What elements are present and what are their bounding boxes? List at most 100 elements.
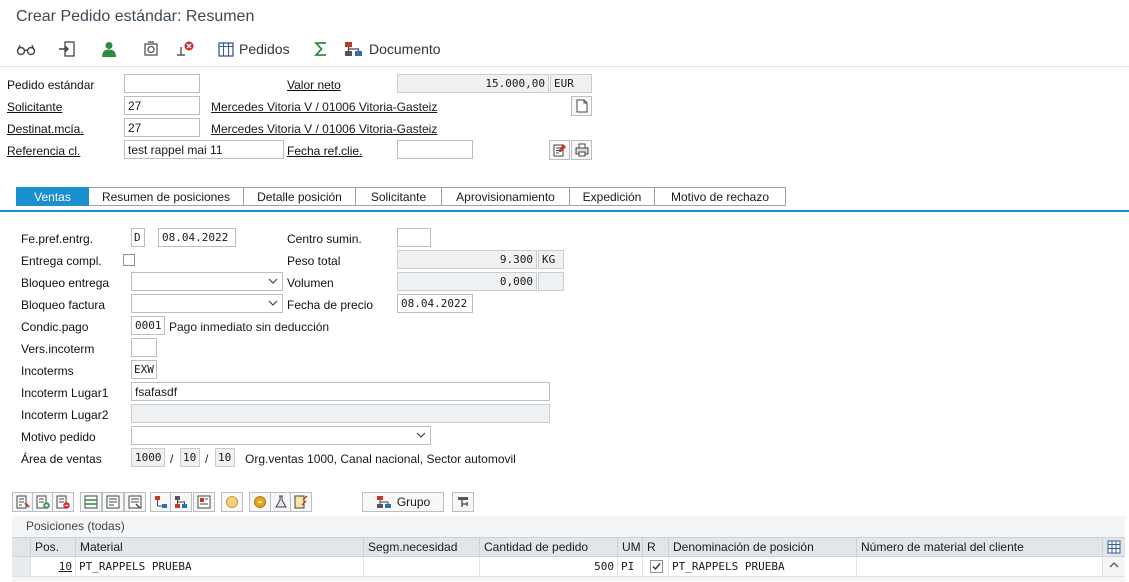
edit-search-button[interactable] [549,140,570,160]
col-pos[interactable]: Pos. [30,538,75,557]
entrega-compl-label: Entrega compl. [21,254,102,268]
col-cantidad[interactable]: Cantidad de pedido [479,538,617,557]
lugar1-field[interactable]: fsafasdf [131,382,550,401]
col-um[interactable]: UM [617,538,642,557]
pedidos-label: Pedidos [239,41,290,57]
fe-pref-type-field[interactable]: D [131,228,145,247]
destinat-field[interactable]: 27 [124,118,200,137]
referencia-field[interactable]: test rappel mai 11 [124,140,284,159]
refresh-icon [144,41,158,56]
grid-icon [218,41,234,57]
fecha-ref-field[interactable] [397,140,473,159]
cell-segm[interactable] [363,557,479,576]
volumen-field: 0,000 [397,272,537,291]
row-selector-header[interactable] [12,538,30,557]
incoterms-label: Incoterms [21,364,74,378]
table-row[interactable]: 10 PT_RAPPELS PRUEBA 500 PI PT_RAPPELS P… [12,557,1125,577]
solicitante-field[interactable]: 27 [124,96,200,115]
pedido-estandar-field[interactable] [124,74,200,93]
cell-cantidad[interactable]: 500 [479,557,617,576]
structure-icon [175,496,187,508]
schedule-lines-button[interactable] [270,492,292,512]
exit-button[interactable] [58,38,76,60]
centro-label: Centro sumin. [287,232,362,246]
motivo-dropdown[interactable] [131,426,431,445]
bloqueo-entrega-dropdown[interactable] [131,272,283,291]
availability-button[interactable] [221,492,243,512]
area-desc: Org.ventas 1000, Canal nacional, Sector … [245,452,516,466]
lugar2-label: Incoterm Lugar2 [21,408,109,422]
condic-pago-desc: Pago inmediato sin deducción [169,320,330,334]
lugar2-field [131,404,550,423]
scrollbar[interactable] [1102,557,1125,576]
entrega-compl-checkbox[interactable] [123,254,135,266]
delete-item-button[interactable] [52,492,74,512]
page-title: Crear Pedido estándar: Resumen [16,8,255,25]
pedidos-button[interactable]: Pedidos [218,38,290,60]
tab-detalle-posicion[interactable]: Detalle posición [244,187,356,206]
sum-icon [314,42,326,56]
tab-solicitante[interactable]: Solicitante [356,187,442,206]
col-material[interactable]: Material [75,538,363,557]
deselect-all-button[interactable] [124,492,146,512]
tab-ventas[interactable]: Ventas [16,187,89,206]
pricing-button[interactable] [193,492,215,512]
configuration-icon [155,496,167,508]
bloqueo-factura-dropdown[interactable] [131,294,283,313]
display-toggle-button[interactable] [16,38,36,60]
pedido-estandar-label: Pedido estándar [7,78,95,92]
sum-button[interactable] [314,38,328,60]
incoterms-field[interactable]: EXW [131,360,157,379]
solicitante-label: Solicitante [7,100,63,114]
print-button[interactable] [571,140,592,160]
column-settings-button[interactable] [1102,538,1125,557]
documento-button[interactable]: Documento [344,38,441,60]
centro-field[interactable] [397,228,431,247]
area-canal-field: 10 [180,448,200,467]
cell-denominacion[interactable]: PT_RAPPELS PRUEBA [668,557,856,576]
select-block-icon [106,495,120,509]
cell-pos[interactable]: 10 [30,557,75,576]
chevron-down-icon [268,300,278,306]
valor-neto-label: Valor neto [287,78,341,92]
grupo-button[interactable]: Grupo [362,492,444,512]
coins-icon [226,496,238,508]
refresh-button[interactable] [142,38,160,60]
vers-incoterm-field[interactable] [131,338,157,357]
select-block-button[interactable] [102,492,124,512]
col-num-cliente[interactable]: Número de material del cliente [856,538,1102,557]
tab-aprovisionamiento[interactable]: Aprovisionamiento [442,187,570,206]
solicitante-desc: Mercedes Vitoria V / 01006 Vitoria-Gaste… [211,100,438,114]
tab-expedicion[interactable]: Expedición [570,187,655,206]
document-button[interactable] [571,96,592,116]
cell-um[interactable]: PI [617,557,642,576]
cell-num-cliente[interactable] [856,557,1102,576]
col-r[interactable]: R [642,538,668,557]
row-selector[interactable] [12,557,30,576]
tab-resumen-posiciones[interactable]: Resumen de posiciones [89,187,244,206]
delete-button[interactable] [175,38,195,60]
peso-total-unit: KG [538,250,564,269]
fecha-precio-field[interactable]: 08.04.2022 [397,294,473,313]
partner-button[interactable] [101,38,117,60]
tool-icon [458,497,468,507]
structure-button[interactable] [170,492,192,512]
configuration-button[interactable] [150,492,172,512]
motivo-label: Motivo pedido [21,430,96,444]
cell-material[interactable]: PT_RAPPELS PRUEBA [75,557,363,576]
pricing-icon [197,495,211,509]
tab-motivo-rechazo[interactable]: Motivo de rechazo [655,187,786,206]
texts-icon [294,495,308,509]
condic-pago-field[interactable]: 0001 [131,316,165,335]
tool-button[interactable] [452,492,474,512]
cell-r[interactable] [642,557,668,576]
item-detail-button[interactable] [12,492,34,512]
col-segm[interactable]: Segm.necesidad [363,538,479,557]
select-all-button[interactable] [80,492,102,512]
lugar1-label: Incoterm Lugar1 [21,386,109,400]
fe-pref-date-field[interactable]: 08.04.2022 [158,228,236,247]
col-denominacion[interactable]: Denominación de posición [668,538,856,557]
conditions-button[interactable] [249,492,271,512]
add-item-button[interactable] [32,492,54,512]
texts-button[interactable] [290,492,312,512]
